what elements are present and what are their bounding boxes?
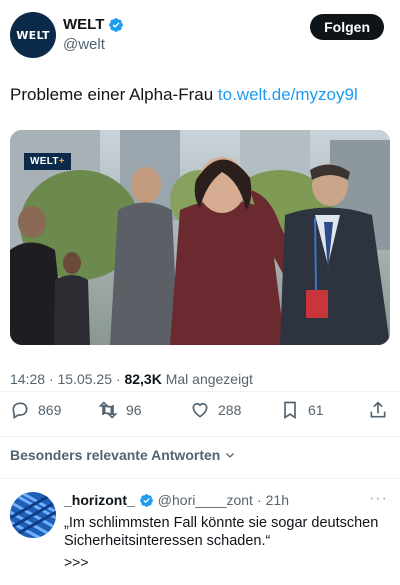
retweet-count: 96 <box>126 402 142 418</box>
divider <box>0 391 400 392</box>
bookmark-icon <box>284 401 296 420</box>
meta-separator: · <box>48 371 54 387</box>
share-icon <box>370 401 386 418</box>
like-count: 288 <box>218 402 242 418</box>
welt-badge-plus: + <box>58 156 65 167</box>
retweet-button[interactable]: 96 <box>98 400 142 420</box>
account-name-block: WELT @welt <box>63 16 124 53</box>
bookmark-count: 61 <box>308 402 324 418</box>
verified-badge-icon <box>139 493 153 507</box>
welt-plus-badge: WELT+ <box>24 153 71 170</box>
account-avatar[interactable]: WELT <box>10 12 56 58</box>
tweet-meta: 14:28 · 15.05.25 · 82,3K Mal angezeigt <box>10 371 253 387</box>
bookmark-button[interactable]: 61 <box>280 400 324 420</box>
reply-count: 869 <box>38 402 62 418</box>
follow-button[interactable]: Folgen <box>310 14 384 40</box>
account-handle[interactable]: @welt <box>63 36 124 53</box>
reply-text: „Im schlimmsten Fall könnte sie sogar de… <box>64 515 379 549</box>
reply-icon <box>12 402 28 419</box>
reply-header: _horizont_ @hori____zont · 21h <box>64 492 289 508</box>
replies-sort-label: Besonders relevante Antworten <box>10 447 221 463</box>
tweet-text: Probleme einer Alpha-Frau to.welt.de/myz… <box>10 85 358 105</box>
reply-author-handle[interactable]: @hori____zont <box>158 492 253 508</box>
like-button[interactable]: 288 <box>190 400 241 420</box>
divider <box>0 478 400 479</box>
verified-badge-icon <box>109 17 124 32</box>
tweet-link[interactable]: to.welt.de/myzoy9l <box>218 85 358 104</box>
reply-avatar[interactable] <box>10 492 56 538</box>
retweet-icon <box>98 401 118 419</box>
heart-icon <box>192 402 208 418</box>
account-display-name[interactable]: WELT <box>63 16 104 33</box>
tweet-date[interactable]: 15.05.25 <box>58 371 113 387</box>
reply-button[interactable]: 869 <box>10 400 61 420</box>
tweet-time[interactable]: 14:28 <box>10 371 45 387</box>
share-button[interactable] <box>368 400 388 420</box>
tweet-body: Probleme einer Alpha-Frau <box>10 85 214 104</box>
tweet-header: WELT WELT @welt Folgen <box>10 12 390 60</box>
divider <box>0 436 400 437</box>
more-options-icon[interactable]: ··· <box>369 490 388 508</box>
tweet-actions: 869 96 288 61 <box>10 400 390 426</box>
avatar-logo-text: WELT <box>16 28 50 42</box>
reply-avatar-image <box>10 492 56 538</box>
meta-separator: · <box>256 492 262 508</box>
chevron-down-icon <box>226 453 235 458</box>
views-count: 82,3K <box>124 371 162 387</box>
reply-time[interactable]: 21h <box>266 492 289 508</box>
replies-sort-toggle[interactable]: Besonders relevante Antworten <box>10 447 236 463</box>
tweet-photo[interactable]: WELT+ <box>10 130 390 345</box>
welt-badge-text: WELT <box>30 156 59 167</box>
meta-separator: · <box>115 371 121 387</box>
views-label: Mal angezeigt <box>165 371 253 387</box>
reply-continuation: >>> <box>64 554 89 570</box>
reply-author-name[interactable]: _horizont_ <box>64 492 135 508</box>
